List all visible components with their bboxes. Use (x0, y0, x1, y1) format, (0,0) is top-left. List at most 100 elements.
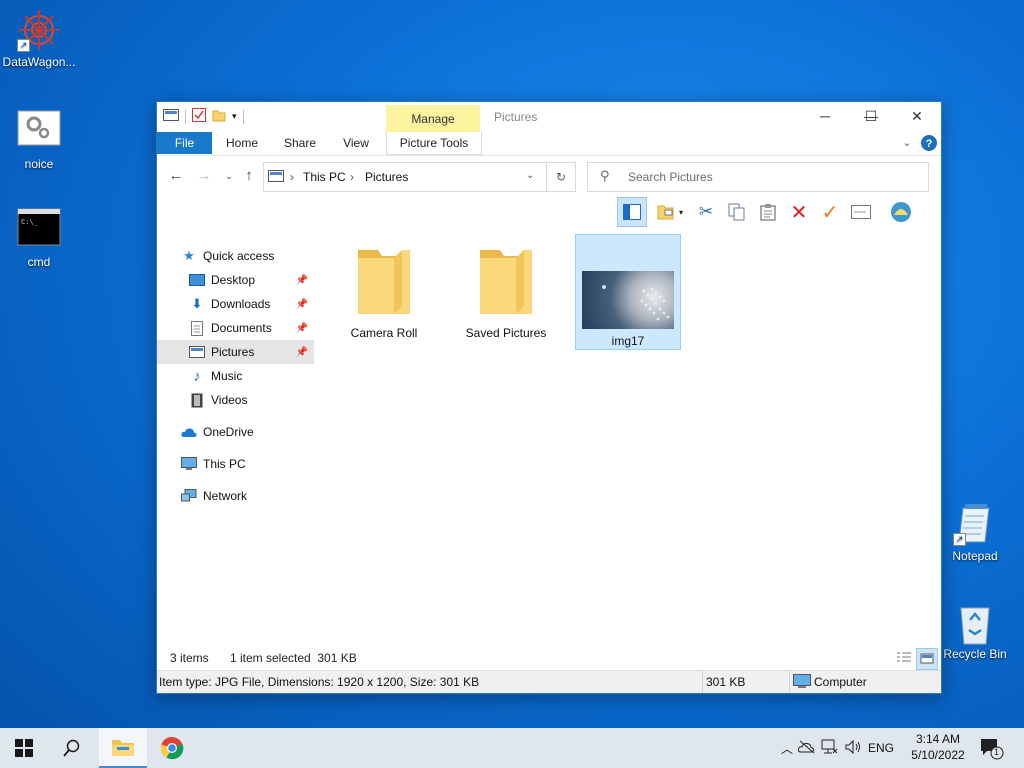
close-button[interactable]: ✕ (894, 102, 940, 130)
desktop-icon-noice[interactable]: noice (0, 110, 78, 171)
nav-item-downloads[interactable]: ⬇ Downloads 📌 (157, 292, 314, 316)
music-note-icon: ♪ (193, 367, 201, 385)
folder-icon (478, 246, 534, 316)
delete-icon[interactable]: ✕ (786, 199, 812, 225)
breadcrumb-pictures[interactable]: Pictures (365, 170, 408, 184)
preview-pane-icon[interactable] (617, 197, 647, 227)
settings-file-icon (17, 110, 61, 154)
network-status-icon[interactable] (818, 739, 842, 758)
nav-item-music[interactable]: ♪ Music (157, 364, 314, 388)
search-input[interactable]: ⚲ Search Pictures (587, 162, 929, 192)
notifications-icon (981, 739, 1004, 760)
nav-label: Quick access (203, 249, 275, 263)
file-explorer-window[interactable]: ▾ Manage Pictures — ─ ☐ ✕ File Home Shar… (156, 101, 942, 694)
custom-toolbar: ▾ ✂ ✕ ✓ (617, 197, 914, 227)
tab-picture-tools[interactable]: Picture Tools (386, 132, 482, 155)
desktop-icon-label: Recycle Bin (943, 647, 1007, 661)
search-placeholder: Search Pictures (628, 170, 713, 184)
show-hidden-icons-chevron-icon[interactable]: ︿ (778, 740, 796, 757)
pin-icon: 📌 (295, 346, 308, 358)
nav-label: OneDrive (203, 425, 254, 439)
customize-chevron-icon[interactable]: ▾ (232, 111, 237, 122)
input-language[interactable]: ENG (866, 741, 896, 755)
shell-icon[interactable] (888, 199, 914, 225)
taskbar-chrome[interactable] (148, 728, 196, 768)
desktop-icon-recycle-bin[interactable]: Recycle Bin (936, 600, 1014, 661)
rename-icon[interactable] (848, 199, 874, 225)
chrome-icon (160, 736, 184, 760)
window-title: Pictures (494, 110, 538, 124)
nav-quick-access[interactable]: ★ Quick access (157, 244, 314, 268)
nav-item-videos[interactable]: Videos (157, 388, 314, 412)
nav-item-desktop[interactable]: Desktop 📌 (157, 268, 314, 292)
minimize-window-button[interactable]: ─ (802, 102, 848, 130)
cut-icon[interactable]: ✂ (693, 199, 719, 225)
file-explorer-icon (112, 740, 134, 756)
tab-share[interactable]: Share (277, 132, 323, 154)
desktop-icon-notepad[interactable]: ↗ Notepad (936, 502, 1014, 563)
tab-file[interactable]: File (157, 132, 212, 154)
nav-label: Videos (211, 393, 248, 407)
taskbar-file-explorer[interactable] (99, 728, 147, 768)
nav-this-pc[interactable]: This PC (157, 452, 314, 476)
breadcrumb-this-pc[interactable]: This PC (303, 170, 346, 184)
file-item-saved-pictures[interactable]: Saved Pictures (454, 234, 558, 348)
computer-icon (181, 456, 197, 472)
expand-ribbon-chevron-icon[interactable]: ⌄ (899, 132, 915, 154)
nav-label: Documents (211, 321, 272, 335)
address-bar[interactable]: › This PC › Pictures ⌄ (263, 162, 547, 192)
properties-icon[interactable] (192, 108, 206, 125)
details-view-icon[interactable] (895, 649, 913, 670)
window-app-icon (163, 109, 179, 124)
volume-icon[interactable] (842, 739, 866, 757)
tab-manage[interactable]: Manage (386, 112, 480, 126)
nav-network[interactable]: Network (157, 484, 314, 508)
tab-home[interactable]: Home (219, 132, 265, 154)
cloud-icon (181, 424, 197, 440)
desktop-icon-datawagon[interactable]: ↗ DataWagon... (0, 8, 78, 69)
file-name: Saved Pictures (465, 326, 547, 340)
notepad-icon: ↗ (953, 502, 997, 546)
pictures-icon (189, 344, 205, 360)
recent-locations-chevron-icon[interactable]: ⌄ (220, 167, 238, 185)
star-icon: ★ (183, 248, 195, 263)
search-icon (63, 739, 80, 757)
checkmark-icon[interactable]: ✓ (817, 199, 843, 225)
download-arrow-icon: ⬇ (191, 296, 203, 311)
clock[interactable]: 3:14 AM 5/10/2022 (908, 731, 968, 763)
onedrive-offline-icon[interactable] (796, 740, 818, 757)
file-item-img17[interactable]: img17 (575, 234, 681, 350)
pin-icon: 📌 (295, 274, 308, 286)
nav-label: This PC (203, 457, 246, 471)
tab-view[interactable]: View (333, 132, 379, 154)
desktop-icon-label: cmd (27, 255, 51, 269)
forward-arrow-icon[interactable]: → (195, 167, 213, 185)
refresh-button[interactable]: ↻ (546, 162, 576, 192)
nav-label: Pictures (211, 345, 255, 359)
up-arrow-icon[interactable]: ↑ (240, 167, 258, 185)
desktop-icon-cmd[interactable]: C:\_ cmd (0, 208, 78, 269)
copy-icon[interactable] (724, 199, 750, 225)
address-dropdown-chevron-icon[interactable]: ⌄ (526, 170, 534, 181)
large-icons-view-icon[interactable] (916, 648, 938, 670)
back-arrow-icon[interactable]: ← (167, 167, 185, 185)
paste-icon[interactable] (755, 199, 781, 225)
maximize-button[interactable]: ☐ (848, 102, 894, 130)
help-icon[interactable]: ? (921, 132, 937, 154)
start-button[interactable] (0, 728, 48, 768)
nav-item-documents[interactable]: Documents 📌 (157, 316, 314, 340)
nav-onedrive[interactable]: OneDrive (157, 420, 314, 444)
nav-item-pictures[interactable]: Pictures 📌 (157, 340, 314, 364)
new-folder-icon[interactable] (212, 108, 226, 125)
search-button[interactable] (48, 728, 96, 768)
file-item-camera-roll[interactable]: Camera Roll (332, 234, 436, 348)
divider (185, 109, 186, 124)
selection-info: 1 item selected 301 KB (230, 651, 357, 665)
action-center-button[interactable]: 1 (978, 736, 1004, 760)
shortcut-arrow-icon: ↗ (17, 39, 30, 52)
view-options-icon[interactable]: ▾ (652, 199, 688, 225)
navigation-pane: ★ Quick access Desktop 📌 ⬇ Downloads 📌 Docum… (157, 238, 317, 638)
film-icon (189, 392, 205, 408)
file-name: Camera Roll (350, 326, 418, 340)
network-icon (181, 488, 197, 504)
